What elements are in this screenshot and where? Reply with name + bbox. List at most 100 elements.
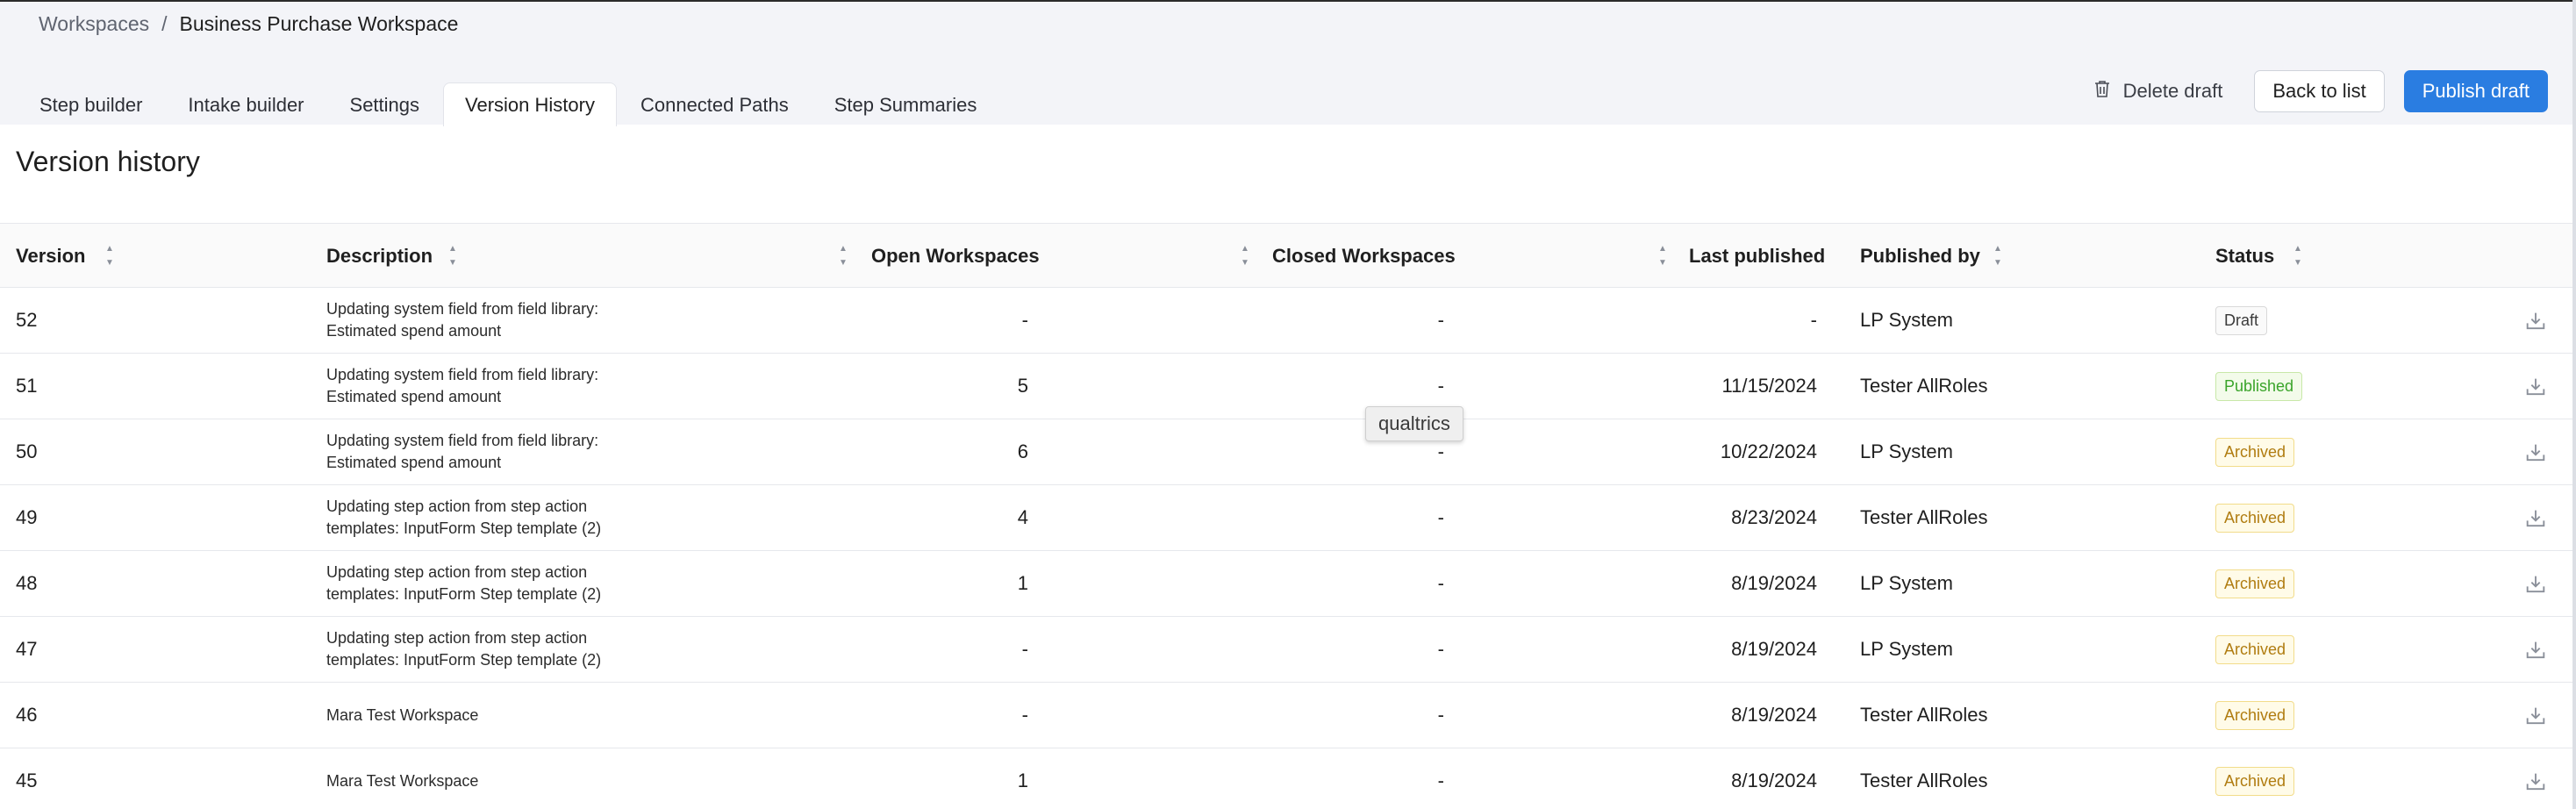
sort-icon[interactable]: ▲ ▼: [837, 245, 849, 268]
version-cell: 48: [16, 572, 38, 594]
open-workspaces-cell: 1: [1017, 770, 1028, 791]
description-cell: Updating step action from step action tem…: [326, 617, 642, 682]
publish-draft-button[interactable]: Publish draft: [2403, 70, 2548, 112]
published-by-cell: Tester AllRoles: [1860, 704, 1988, 726]
column-header-status[interactable]: Status: [2215, 224, 2274, 289]
description-cell: Updating step action from step action tem…: [326, 551, 642, 616]
header-bar: Workspaces / Business Purchase Workspace…: [0, 0, 2576, 126]
download-icon[interactable]: [2523, 638, 2548, 662]
published-by-cell: Tester AllRoles: [1860, 770, 1988, 791]
tab-step-summaries[interactable]: Step Summaries: [812, 82, 999, 126]
description-line: Updating system field from field library…: [326, 366, 599, 383]
version-cell: 45: [16, 770, 38, 791]
last-published-cell: 8/19/2024: [1731, 770, 1817, 791]
back-to-list-button[interactable]: Back to list: [2254, 70, 2385, 112]
download-icon[interactable]: [2523, 375, 2548, 399]
published-by-cell: LP System: [1860, 638, 1953, 660]
last-published-cell: 10/22/2024: [1720, 440, 1817, 462]
table-row: 50 Updating system field from field libr…: [0, 419, 2572, 485]
column-header-open-workspaces[interactable]: Open Workspaces: [871, 224, 1040, 289]
sort-icon[interactable]: ▲ ▼: [447, 245, 459, 268]
delete-draft-button[interactable]: Delete draft: [2079, 70, 2236, 112]
sort-icon[interactable]: ▲ ▼: [2292, 245, 2304, 268]
published-by-cell: Tester AllRoles: [1860, 375, 1988, 397]
closed-workspaces-cell: -: [1437, 572, 1444, 594]
tab-step-builder[interactable]: Step builder: [18, 82, 164, 126]
description-line: Updating step action from step action: [326, 563, 588, 581]
description-cell: Updating system field from field library…: [326, 419, 642, 484]
column-header-closed-workspaces[interactable]: Closed Workspaces: [1272, 224, 1456, 289]
description-line: Updating system field from field library…: [326, 300, 599, 318]
version-cell: 46: [16, 704, 38, 726]
sort-icon[interactable]: ▲ ▼: [1657, 245, 1669, 268]
description-line: Estimated spend amount: [326, 322, 502, 340]
table-row: 51 Updating system field from field libr…: [0, 354, 2572, 419]
description-cell: Updating step action from step action tem…: [326, 485, 642, 550]
status-badge: Archived: [2215, 700, 2295, 730]
version-cell: 49: [16, 506, 38, 528]
column-header-last-published[interactable]: Last published: [1689, 224, 1825, 289]
tab-intake-builder[interactable]: Intake builder: [166, 82, 326, 126]
table-header: Version ▲ ▼ Description ▲ ▼ ▲ ▼ Open Worksp…: [0, 223, 2572, 288]
download-icon[interactable]: [2523, 770, 2548, 794]
status-badge: Archived: [2215, 569, 2295, 598]
trash-icon: [2092, 78, 2113, 104]
status-badge: Published: [2215, 371, 2303, 401]
sort-icon[interactable]: ▲ ▼: [104, 245, 116, 268]
open-workspaces-cell: 6: [1017, 440, 1028, 462]
version-cell: 50: [16, 440, 38, 462]
tab-connected-paths[interactable]: Connected Paths: [619, 82, 811, 126]
status-badge: Archived: [2215, 503, 2295, 533]
open-workspaces-cell: 4: [1017, 506, 1028, 528]
description-line: Mara Test Workspace: [326, 771, 479, 790]
last-published-cell: -: [1810, 309, 1817, 331]
version-cell: 52: [16, 309, 38, 331]
description-line: Estimated spend amount: [326, 388, 502, 405]
version-cell: 47: [16, 638, 38, 660]
closed-workspaces-cell: -: [1437, 638, 1444, 660]
open-workspaces-cell: -: [1021, 638, 1028, 660]
version-history-table: Version ▲ ▼ Description ▲ ▼ ▲ ▼ Open Worksp…: [0, 223, 2572, 809]
breadcrumb-separator: /: [161, 12, 168, 35]
breadcrumb-workspaces-link[interactable]: Workspaces: [39, 12, 149, 36]
description-line: templates: InputForm Step template (2): [326, 585, 602, 603]
download-icon[interactable]: [2523, 572, 2548, 597]
description-cell: Updating system field from field library…: [326, 354, 642, 419]
tab-settings[interactable]: Settings: [328, 82, 442, 126]
column-header-version[interactable]: Version: [16, 224, 85, 289]
status-badge: Archived: [2215, 437, 2295, 467]
download-icon[interactable]: [2523, 506, 2548, 531]
closed-workspaces-cell: -: [1437, 309, 1444, 331]
sort-icon[interactable]: ▲ ▼: [1992, 245, 2004, 268]
last-published-cell: 8/19/2024: [1731, 704, 1817, 726]
column-header-description[interactable]: Description: [326, 224, 433, 289]
status-badge: Archived: [2215, 766, 2295, 796]
page-title: Version history: [16, 146, 200, 177]
last-published-cell: 8/19/2024: [1731, 572, 1817, 594]
version-cell: 51: [16, 375, 38, 397]
download-icon[interactable]: [2523, 440, 2548, 465]
tab-version-history[interactable]: Version History: [443, 82, 617, 126]
column-header-published-by[interactable]: Published by: [1860, 224, 1980, 289]
table-row: 45 Mara Test Workspace 1 - 8/19/2024 Tes…: [0, 748, 2572, 809]
last-published-cell: 8/19/2024: [1731, 638, 1817, 660]
published-by-cell: LP System: [1860, 309, 1953, 331]
window-edge: [2572, 0, 2576, 809]
breadcrumb-current: Business Purchase Workspace: [179, 12, 459, 35]
published-by-cell: LP System: [1860, 572, 1953, 594]
download-icon[interactable]: [2523, 704, 2548, 728]
open-workspaces-cell: -: [1021, 309, 1028, 331]
tooltip: qualtrics: [1365, 406, 1463, 441]
delete-draft-label: Delete draft: [2122, 80, 2223, 102]
download-icon[interactable]: [2523, 309, 2548, 333]
open-workspaces-cell: -: [1021, 704, 1028, 726]
description-line: Updating step action from step action: [326, 629, 588, 647]
open-workspaces-cell: 5: [1017, 375, 1028, 397]
breadcrumb: Workspaces / Business Purchase Workspace: [39, 12, 458, 36]
status-badge: Draft: [2215, 305, 2268, 335]
last-published-cell: 11/15/2024: [1721, 375, 1817, 397]
description-cell: Mara Test Workspace: [326, 683, 642, 748]
sort-icon[interactable]: ▲ ▼: [1239, 245, 1251, 268]
description-line: templates: InputForm Step template (2): [326, 519, 602, 537]
description-line: Mara Test Workspace: [326, 705, 479, 724]
